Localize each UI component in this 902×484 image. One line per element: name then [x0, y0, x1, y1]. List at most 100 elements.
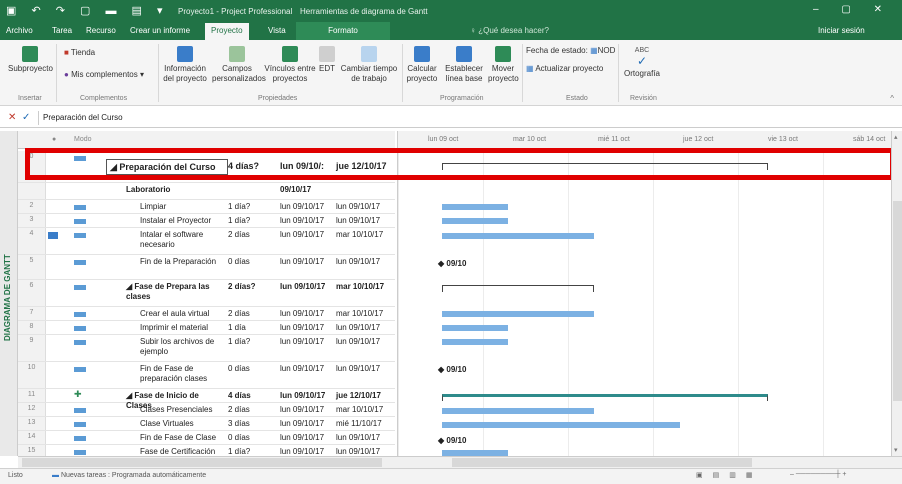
mis-complementos-button[interactable]: ● Mis complementos ▾ — [64, 70, 154, 80]
task-finish[interactable]: lun 09/10/17 — [336, 337, 380, 347]
task-duration[interactable]: 0 días — [228, 364, 250, 373]
task-duration[interactable]: 2 días? — [228, 282, 256, 291]
tab-vista[interactable]: Vista — [268, 26, 286, 35]
task-duration[interactable]: 1 día? — [228, 337, 250, 346]
status-new-tasks[interactable]: ▬ Nuevas tareas : Programada automáticam… — [52, 472, 206, 479]
task-duration[interactable]: 0 días — [228, 433, 250, 442]
tab-archivo[interactable]: Archivo — [6, 26, 33, 35]
tell-me-box[interactable]: ♀ ¿Qué desea hacer? — [470, 26, 549, 35]
task-finish[interactable]: lun 09/10/17 — [336, 447, 380, 456]
row-id[interactable]: 9 — [18, 335, 46, 361]
tab-formato[interactable]: Formato — [296, 22, 390, 40]
task-name[interactable]: Fin de Fase de preparación clases — [140, 364, 224, 384]
table-row[interactable]: 10 Fin de Fase de preparación clases 0 día… — [18, 362, 395, 389]
task-finish[interactable]: lun 09/10/17 — [336, 323, 380, 333]
table-row[interactable]: 2 Limpiar 1 día? lun 09/10/17 lun 09/10/17 — [18, 200, 395, 214]
task-start[interactable]: lun 09/10/17 — [280, 405, 340, 415]
fecha-estado[interactable]: Fecha de estado: ▦NOD — [526, 46, 616, 56]
tab-proyecto[interactable]: Proyecto — [205, 23, 249, 40]
quick-access-toolbar[interactable]: ▣ ↶ ↷ ▢ ▬ ▤ ▾ — [6, 4, 168, 17]
task-finish[interactable]: mar 10/10/17 — [336, 405, 383, 415]
signin-link[interactable]: Iniciar sesión — [818, 26, 865, 35]
task-finish[interactable]: lun 09/10/17 — [336, 364, 380, 374]
task-start[interactable]: lun 09/10/17 — [280, 202, 340, 212]
task-start[interactable]: lun 09/10/17 — [280, 230, 340, 240]
summary-bar[interactable] — [442, 285, 594, 292]
task-start[interactable]: lun 09/10/17 — [280, 257, 340, 267]
sheet-scroll-thumb[interactable] — [22, 458, 382, 467]
table-row[interactable]: 11 ✚ ◢ Fase de Inicio de Clases 4 días lun 0… — [18, 389, 395, 410]
view-shortcuts[interactable]: ▣▤▥▦ — [696, 471, 762, 479]
task-name[interactable]: Fin de Fase de Clase — [140, 433, 224, 443]
task-finish[interactable]: mar 10/10/17 — [336, 230, 383, 240]
task-bar[interactable] — [442, 218, 508, 224]
table-row[interactable]: 7 Crear el aula virtual 2 días lun 09/10/17… — [18, 307, 395, 321]
modo-header[interactable]: Modo — [74, 136, 92, 143]
task-name[interactable]: Instalar el Proyector — [140, 216, 224, 226]
linea-base-button[interactable]: Establecer línea base — [442, 46, 486, 84]
notes-indicator-icon[interactable] — [48, 232, 58, 239]
row-id[interactable]: 12 — [18, 403, 46, 416]
milestone[interactable]: ◆ 09/10 — [438, 365, 466, 374]
subproyecto-button[interactable]: Subproyecto — [8, 46, 53, 74]
task-duration[interactable]: 3 días — [228, 419, 250, 428]
task-name[interactable]: Imprimir el material — [140, 323, 224, 333]
scroll-up-icon[interactable]: ▴ — [894, 133, 898, 141]
task-duration[interactable]: 1 día? — [228, 216, 250, 225]
task-name[interactable]: Fin de la Preparación — [140, 257, 224, 267]
cambiar-tiempo-button[interactable]: Cambiar tiempo de trabajo — [340, 46, 398, 84]
task-bar[interactable] — [442, 339, 508, 345]
horizontal-scrollbar[interactable] — [18, 456, 902, 468]
scroll-down-icon[interactable]: ▾ — [894, 446, 898, 454]
table-row[interactable]: 5 Fin de la Preparación 0 días lun 09/10/17… — [18, 255, 395, 280]
row-id[interactable]: 10 — [18, 362, 46, 388]
row-id[interactable]: 11 — [18, 389, 46, 402]
task-start[interactable]: lun 09/10/17 — [280, 433, 340, 443]
task-duration[interactable]: 2 días — [228, 309, 250, 318]
task-name[interactable]: Subir los archivos de ejemplo — [140, 337, 224, 357]
task-finish[interactable]: mié 11/10/17 — [336, 419, 382, 429]
task-name[interactable]: Clase Virtuales — [140, 419, 224, 429]
table-row[interactable]: 3 Instalar el Proyector 1 día? lun 09/10/17… — [18, 214, 395, 228]
task-finish[interactable]: lun 09/10/17 — [336, 433, 380, 443]
task-name[interactable]: Intalar el software necesario — [140, 230, 224, 250]
campos-button[interactable]: Campos personalizados — [212, 46, 266, 84]
summary-bar[interactable] — [442, 394, 768, 401]
task-start[interactable]: lun 09/10/17 — [280, 282, 340, 292]
row-id[interactable]: 6 — [18, 280, 46, 306]
vertical-scrollbar[interactable]: ▴ ▾ — [891, 131, 902, 456]
entry-field[interactable]: Preparación del Curso — [38, 111, 898, 125]
table-row[interactable]: 4 Intalar el software necesario 2 días lun … — [18, 228, 395, 255]
task-finish[interactable]: lun 09/10/17 — [336, 202, 380, 212]
row-id[interactable]: 5 — [18, 255, 46, 279]
row-id[interactable]: 8 — [18, 321, 46, 334]
ortografia-button[interactable]: ABC ✓ Ortografía — [622, 46, 662, 79]
table-row[interactable]: 13 Clase Virtuales 3 días lun 09/10/17 mié 1… — [18, 417, 395, 431]
task-start[interactable]: lun 09/10/17 — [280, 309, 340, 319]
task-start[interactable]: lun 09/10/17 — [280, 419, 340, 429]
zoom-slider[interactable]: – ────────┼ + — [790, 471, 847, 478]
table-row[interactable]: 15 Fase de Certificación 1 día? lun 09/10/1… — [18, 445, 395, 456]
task-bar[interactable] — [442, 233, 594, 239]
actualizar-button[interactable]: ▦ Actualizar proyecto — [526, 64, 616, 74]
task-start[interactable]: lun 09/10/17 — [280, 323, 340, 333]
tab-crear-informe[interactable]: Crear un informe — [130, 26, 190, 35]
task-duration[interactable]: 2 días — [228, 230, 250, 239]
calcular-button[interactable]: Calcular proyecto — [404, 46, 440, 84]
table-row[interactable]: 8 Imprimir el material 1 día lun 09/10/17 lu… — [18, 321, 395, 335]
mover-button[interactable]: Mover proyecto — [488, 46, 519, 84]
task-name[interactable]: Fase de Certificación — [140, 447, 224, 456]
task-duration[interactable]: 2 días — [228, 405, 250, 414]
task-name[interactable]: ◢ Fase de Prepara las clases — [126, 282, 224, 302]
gantt-scroll-thumb[interactable] — [452, 458, 752, 467]
task-start[interactable]: lun 09/10/17 — [280, 337, 340, 347]
row-id[interactable]: 15 — [18, 445, 46, 456]
edt-button[interactable]: EDT — [318, 46, 336, 74]
task-bar[interactable] — [442, 204, 508, 210]
milestone[interactable]: ◆ 09/10 — [438, 259, 466, 268]
task-start[interactable]: lun 09/10/17 — [280, 364, 340, 374]
table-row[interactable]: 12 Clases Presenciales 2 días lun 09/10/17 m… — [18, 403, 395, 417]
table-row[interactable]: Laboratorio 09/10/17 — [18, 183, 395, 200]
row-id[interactable]: 3 — [18, 214, 46, 227]
task-finish[interactable]: lun 09/10/17 — [336, 216, 380, 226]
